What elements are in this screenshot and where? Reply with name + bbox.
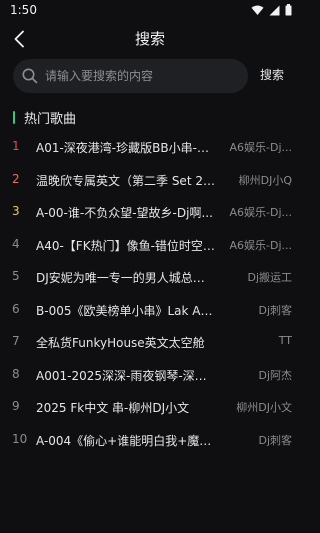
song-rank: 4 xyxy=(12,236,20,251)
song-title: B-005《欧美榜单小串》Lak A6... xyxy=(36,303,216,318)
wifi-icon xyxy=(251,5,264,15)
section-header: 热门歌曲 xyxy=(13,108,77,127)
song-artist: 柳州DJ小文 xyxy=(236,401,292,414)
song-artist: Dj阿杰 xyxy=(258,368,292,382)
song-artist: TT xyxy=(278,334,292,347)
section-accent-bar xyxy=(13,110,15,124)
song-rank: 5 xyxy=(12,269,20,283)
song-rank: 7 xyxy=(12,334,20,348)
song-title: DJ安妮为唯一专一的男人城总独... xyxy=(36,271,216,285)
search-button[interactable]: 搜索 xyxy=(260,66,284,83)
song-artist: A6娱乐-Dj... xyxy=(229,206,292,219)
song-title: 全私货FunkyHouse英文太空舱 xyxy=(36,336,205,350)
song-rank: 1 xyxy=(12,139,20,153)
song-title: 温晚欣专属英文（第二季 Set 20... xyxy=(36,173,216,188)
song-row[interactable]: 5 DJ安妮为唯一专一的男人城总独... Dj搬运工 xyxy=(0,261,300,294)
song-title: A-004《偷心+谁能明白我+魔鬼... xyxy=(36,433,216,448)
song-rank: 2 xyxy=(12,171,20,186)
song-row[interactable]: 6 B-005《欧美榜单小串》Lak A6... Dj刺客 xyxy=(0,294,300,327)
song-list: 1 A01-深夜港湾-珍藏版BB小串-Dj... A6娱乐-Dj... 2 温晚… xyxy=(0,131,300,456)
status-icons xyxy=(251,4,292,16)
song-title: A40-【FK热门】像鱼-错位时空-... xyxy=(36,238,216,253)
song-row[interactable]: 1 A01-深夜港湾-珍藏版BB小串-Dj... A6娱乐-Dj... xyxy=(0,131,300,164)
section-title: 热门歌曲 xyxy=(24,111,77,127)
song-row[interactable]: 3 A-00-谁-不负众望-望故乡-Dj啊... A6娱乐-Dj... xyxy=(0,196,300,229)
song-rank: 3 xyxy=(12,204,20,218)
song-row[interactable]: 7 全私货FunkyHouse英文太空舱 TT xyxy=(0,326,300,359)
status-bar: 1:50 xyxy=(0,0,300,22)
song-row[interactable]: 4 A40-【FK热门】像鱼-错位时空-... A6娱乐-Dj... xyxy=(0,229,300,262)
song-artist: A6娱乐-Dj... xyxy=(229,141,292,154)
song-artist: A6娱乐-Dj... xyxy=(229,238,292,252)
signal-icon xyxy=(269,5,280,15)
search-box[interactable] xyxy=(13,59,248,93)
song-artist: Dj刺客 xyxy=(258,303,292,317)
song-title: A001-2025深深-雨夜钢琴-深夜... xyxy=(36,368,216,383)
search-input[interactable] xyxy=(45,59,240,93)
song-rank: 6 xyxy=(12,301,20,316)
page-title: 搜索 xyxy=(134,30,165,48)
song-row[interactable]: 10 A-004《偷心+谁能明白我+魔鬼... Dj刺客 xyxy=(0,424,300,457)
song-title: A-00-谁-不负众望-望故乡-Dj啊... xyxy=(36,206,213,220)
app-bar: 搜索 xyxy=(0,22,300,56)
song-artist: Dj搬运工 xyxy=(247,271,292,284)
song-artist: 柳州DJ小Q xyxy=(238,173,292,187)
song-title: A01-深夜港湾-珍藏版BB小串-Dj... xyxy=(36,141,216,155)
song-row[interactable]: 8 A001-2025深深-雨夜钢琴-深夜... Dj阿杰 xyxy=(0,359,300,392)
song-artist: Dj刺客 xyxy=(258,433,292,447)
song-row[interactable]: 9 2025 Fk中文 串-柳州DJ小文 柳州DJ小文 xyxy=(0,391,300,424)
song-title: 2025 Fk中文 串-柳州DJ小文 xyxy=(36,401,190,415)
song-rank: 8 xyxy=(12,366,20,381)
search-icon xyxy=(22,68,38,84)
battery-icon xyxy=(285,4,292,16)
status-time: 1:50 xyxy=(10,3,37,17)
song-rank: 10 xyxy=(12,431,28,446)
song-row[interactable]: 2 温晚欣专属英文（第二季 Set 20... 柳州DJ小Q xyxy=(0,164,300,197)
song-rank: 9 xyxy=(12,399,20,413)
